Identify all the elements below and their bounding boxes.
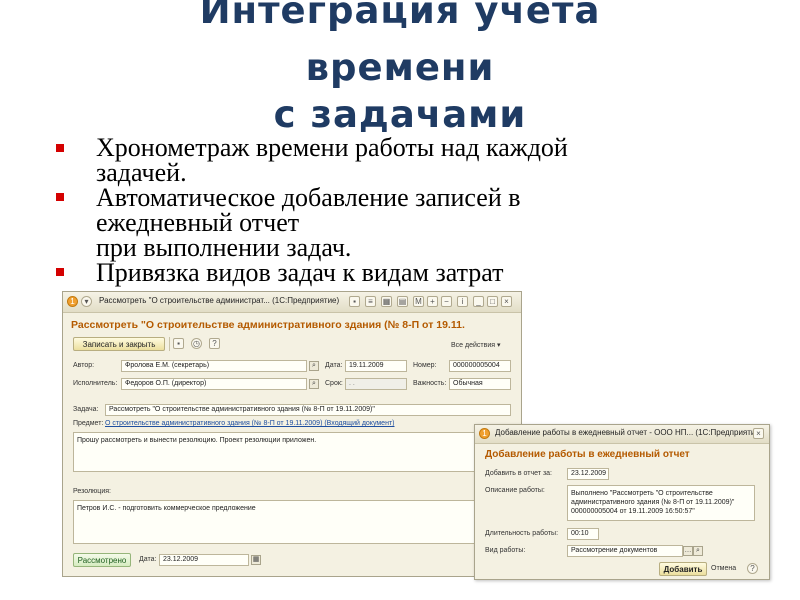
save-icon[interactable]: ▪: [173, 338, 184, 349]
term-label: Срок:: [325, 380, 343, 387]
report-window-titlebar[interactable]: 1 Добавление работы в ежедневный отчет -…: [475, 425, 769, 444]
app-logo-icon[interactable]: 1: [479, 428, 490, 439]
date-field[interactable]: 19.11.2009: [345, 360, 407, 372]
bottom-date-field[interactable]: 23.12.2009: [159, 554, 249, 566]
author-field[interactable]: Фролова Е.М. (секретарь): [121, 360, 307, 372]
term-field[interactable]: . .: [345, 378, 407, 390]
description-area[interactable]: Прошу рассмотреть и вынести резолюцию. П…: [73, 432, 511, 472]
task-window-titlebar[interactable]: 1 ▾ Рассмотреть "О строительстве админис…: [63, 292, 521, 313]
task-field[interactable]: Рассмотреть "О строительстве администрат…: [105, 404, 511, 416]
bullet-marker-2: [56, 193, 64, 201]
timer-icon[interactable]: ◷: [191, 338, 202, 349]
add-to-report-date-field[interactable]: 23.12.2009: [567, 468, 609, 480]
subject-link[interactable]: О строительстве административного здания…: [105, 420, 394, 427]
bullet-text-2: Автоматическое добавление записей в ежед…: [96, 183, 521, 262]
report-window-title: Добавление работы в ежедневный отчет - О…: [495, 428, 763, 437]
executor-label: Исполнитель:: [73, 380, 118, 387]
slide-title: Интеграция учета времени с задачами: [0, 0, 800, 140]
document-icon[interactable]: ≡: [365, 296, 376, 307]
calculator-icon[interactable]: ▦: [381, 296, 392, 307]
save-icon[interactable]: ▪: [349, 296, 360, 307]
add-to-report-label: Добавить в отчет за:: [485, 470, 552, 477]
close-icon[interactable]: ×: [501, 296, 512, 307]
daily-report-window: 1 Добавление работы в ежедневный отчет -…: [474, 424, 770, 580]
resolution-area[interactable]: Петров И.С. - подготовить коммерческое п…: [73, 500, 511, 544]
number-label: Номер:: [413, 362, 437, 369]
m-icon[interactable]: M: [413, 296, 424, 307]
slide-title-line-1: Интеграция учета: [199, 0, 601, 32]
date-label: Дата:: [325, 362, 343, 369]
report-doc-title: Добавление работы в ежедневный отчет: [485, 449, 690, 460]
cancel-button[interactable]: Отмена: [711, 565, 736, 572]
m-minus-icon[interactable]: −: [441, 296, 452, 307]
importance-field[interactable]: Обычная: [449, 378, 511, 390]
work-description-area[interactable]: Выполнено "Рассмотреть "О строительстве …: [567, 485, 755, 521]
bottom-date-label: Дата:: [139, 556, 157, 563]
duration-label: Длительность работы:: [485, 530, 559, 537]
close-icon[interactable]: ×: [753, 428, 764, 439]
reviewed-button[interactable]: Рассмотрено: [73, 553, 131, 567]
task-window: 1 ▾ Рассмотреть "О строительстве админис…: [62, 291, 522, 577]
slide-title-line-3: с задачами: [273, 93, 527, 136]
task-window-title: Рассмотреть "О строительстве администрат…: [99, 296, 340, 305]
app-logo-icon[interactable]: 1: [67, 296, 78, 307]
bullet-text-1: Хронометраж времени работы над каждой за…: [96, 133, 568, 187]
minimize-icon[interactable]: _: [473, 296, 484, 307]
help-icon[interactable]: ?: [747, 563, 758, 574]
number-field[interactable]: 000000005004: [449, 360, 511, 372]
resolution-label: Резолюция:: [73, 488, 111, 495]
subject-label: Предмет:: [73, 420, 104, 427]
work-type-search-icon[interactable]: ⌕: [693, 546, 703, 556]
bullet-text-3: Привязка видов задач к видам затрат: [96, 258, 504, 287]
slide-title-line-2: времени: [305, 46, 495, 89]
executor-search-icon[interactable]: ⌕: [309, 379, 319, 389]
author-search-icon[interactable]: ⌕: [309, 361, 319, 371]
author-label: Автор:: [73, 362, 95, 369]
all-actions-menu[interactable]: Все действия ▾: [451, 341, 500, 349]
duration-field[interactable]: 00:10: [567, 528, 599, 540]
maximize-icon[interactable]: □: [487, 296, 498, 307]
bullet-marker-3: [56, 268, 64, 276]
task-doc-title: Рассмотреть "О строительстве администрат…: [71, 319, 465, 331]
work-type-dropdown-icon[interactable]: …: [683, 546, 693, 556]
work-type-field[interactable]: Рассмотрение документов: [567, 545, 683, 557]
menu-arrow-icon[interactable]: ▾: [81, 296, 92, 307]
executor-field[interactable]: Федоров О.П. (директор): [121, 378, 307, 390]
m-plus-icon[interactable]: +: [427, 296, 438, 307]
work-type-label: Вид работы:: [485, 547, 526, 554]
task-label: Задача:: [73, 406, 99, 413]
calendar-picker-icon[interactable]: ▦: [251, 555, 261, 565]
work-description-label: Описание работы:: [485, 487, 545, 494]
calendar-icon[interactable]: ▤: [397, 296, 408, 307]
save-close-button[interactable]: Записать и закрыть: [73, 337, 165, 351]
toolbar-separator: [169, 337, 170, 351]
help-icon[interactable]: ?: [209, 338, 220, 349]
bullet-marker-1: [56, 144, 64, 152]
importance-label: Важность:: [413, 380, 447, 387]
info-icon[interactable]: i: [457, 296, 468, 307]
add-button[interactable]: Добавить: [659, 562, 707, 576]
